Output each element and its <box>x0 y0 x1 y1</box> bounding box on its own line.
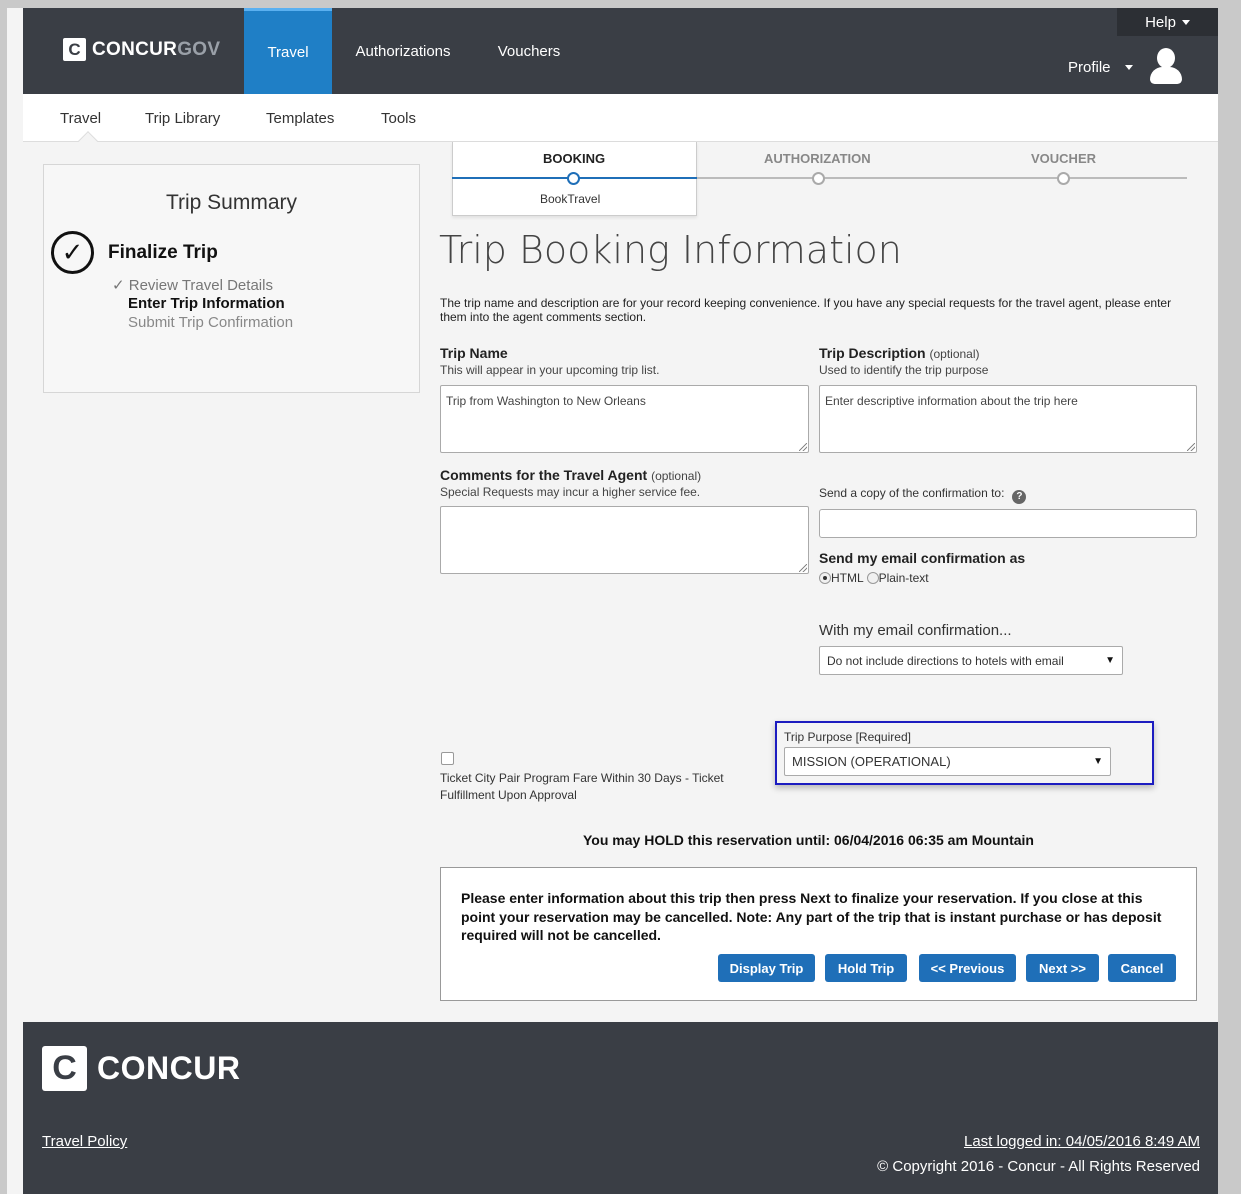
hotel-directions-select[interactable]: Do not include directions to hotels with… <box>819 646 1123 675</box>
copy-confirmation-text: Send a copy of the confirmation to: <box>819 486 1005 500</box>
trip-purpose-label: Trip Purpose [Required] <box>784 730 911 744</box>
tracker-authorization-label: AUTHORIZATION <box>764 151 871 166</box>
radio-plain-text-label: Plain-text <box>878 571 929 585</box>
help-menu[interactable]: Help <box>1117 8 1218 36</box>
ticket-fare-checkbox[interactable] <box>441 752 454 765</box>
tracker-node-authorization <box>812 172 825 185</box>
dropdown-arrow-icon: ▼ <box>1093 756 1103 767</box>
trip-summary-title: Trip Summary <box>165 191 298 214</box>
concurgov-logo[interactable]: C CONCURGOV <box>63 38 220 61</box>
tracker-voucher-label: VOUCHER <box>1031 151 1097 166</box>
nav-authorizations[interactable]: Authorizations <box>345 8 461 94</box>
with-email-label: With my email confirmation... <box>819 622 1012 639</box>
step-submit-trip-confirmation: Submit Trip Confirmation <box>128 314 294 331</box>
subnav-trip-library[interactable]: Trip Library <box>145 110 220 127</box>
intro-text: The trip name and description are for yo… <box>440 296 1172 324</box>
nav-travel[interactable]: Travel <box>244 8 332 94</box>
page-footer: C CONCUR Travel Policy Last logged in: 0… <box>23 1022 1218 1194</box>
trip-purpose-select[interactable]: MISSION (OPERATIONAL) ▼ <box>784 747 1111 776</box>
page-title: Trip Booking Information <box>439 228 902 272</box>
tracker-line-pending <box>697 177 1187 179</box>
optional-tag: (optional) <box>651 469 702 483</box>
comments-label-text: Comments for the Travel Agent <box>440 467 648 483</box>
question-circle-icon[interactable]: ? <box>1012 490 1027 504</box>
help-label: Help <box>1145 13 1176 31</box>
chevron-down-icon <box>1181 19 1190 25</box>
copy-confirmation-label: Send a copy of the confirmation to:? <box>819 486 1027 504</box>
checkmark-circle-icon: ✓ <box>51 231 94 274</box>
confirmation-email-input[interactable] <box>819 509 1197 538</box>
tracker-node-voucher <box>1057 172 1070 185</box>
cancel-button[interactable]: Cancel <box>1108 954 1176 982</box>
logo-mark: C <box>63 38 86 61</box>
radio-plain-text[interactable] <box>866 572 879 584</box>
trip-description-field[interactable]: Enter descriptive information about the … <box>819 385 1197 453</box>
footer-logo-mark: C <box>42 1046 87 1091</box>
radio-html-label: HTML <box>831 571 864 585</box>
tracker-node-booking <box>567 172 580 185</box>
trip-name-label: Trip Name <box>440 345 508 361</box>
trip-purpose-highlight: Trip Purpose [Required] MISSION (OPERATI… <box>775 721 1154 785</box>
hold-trip-button[interactable]: Hold Trip <box>825 954 907 982</box>
previous-button[interactable]: << Previous <box>919 954 1016 982</box>
trip-description-label-text: Trip Description <box>819 345 926 361</box>
finalize-notice-box: Please enter information about this trip… <box>440 867 1197 1001</box>
logo-main-text: CONCUR <box>92 38 178 60</box>
agent-comments-field[interactable] <box>440 506 809 574</box>
tracker-sub-label: BookTravel <box>540 192 601 206</box>
logo-suffix-text: GOV <box>177 38 221 60</box>
email-format-options: HTML Plain-text <box>819 571 929 585</box>
user-avatar-icon[interactable] <box>1149 48 1183 86</box>
profile-menu[interactable]: Profile <box>1068 48 1183 86</box>
dropdown-arrow-icon: ▼ <box>1105 655 1115 666</box>
current-step-title: Finalize Trip <box>108 242 218 263</box>
optional-tag: (optional) <box>929 347 980 361</box>
subnav-templates[interactable]: Templates <box>266 110 334 127</box>
trip-name-hint: This will appear in your upcoming trip l… <box>440 363 660 377</box>
trip-summary-panel: Trip Summary ✓ Finalize Trip ✓ Review Tr… <box>43 164 420 393</box>
last-logged-in-link[interactable]: Last logged in: 04/05/2016 8:49 AM <box>964 1133 1200 1150</box>
trip-description-hint: Used to identify the trip purpose <box>819 363 989 377</box>
subnav-travel[interactable]: Travel <box>60 110 101 127</box>
comments-label: Comments for the Travel Agent (optional) <box>440 467 701 483</box>
radio-html[interactable] <box>819 572 831 584</box>
copyright-text: © Copyright 2016 - Concur - All Rights R… <box>877 1158 1200 1175</box>
top-header: C CONCURGOV Travel Authorizations Vouche… <box>23 8 1218 94</box>
concur-footer-logo: C CONCUR <box>42 1046 240 1091</box>
finalize-notice-text: Please enter information about this trip… <box>461 890 1162 943</box>
travel-policy-link[interactable]: Travel Policy <box>42 1133 127 1150</box>
active-tab-pointer <box>78 131 98 151</box>
next-button[interactable]: Next >> <box>1026 954 1099 982</box>
tracker-booking-label: BOOKING <box>543 151 606 166</box>
trip-name-field[interactable]: Trip from Washington to New Orleans <box>440 385 809 453</box>
ticket-fare-label: Ticket City Pair Program Fare Within 30 … <box>440 771 724 802</box>
email-format-label: Send my email confirmation as <box>819 550 1026 566</box>
footer-logo-text: CONCUR <box>97 1050 241 1086</box>
trip-description-label: Trip Description (optional) <box>819 345 980 361</box>
step-review-travel-details: ✓ Review Travel Details <box>112 277 273 294</box>
hotel-directions-value: Do not include directions to hotels with… <box>827 653 1064 668</box>
trip-purpose-value: MISSION (OPERATIONAL) <box>792 754 951 769</box>
hold-reservation-text: You may HOLD this reservation until: 06/… <box>583 832 1034 848</box>
profile-label: Profile <box>1068 58 1111 76</box>
step-enter-trip-information: Enter Trip Information <box>128 295 285 312</box>
sub-navigation: Travel Trip Library Templates Tools <box>23 94 1218 151</box>
subnav-tools[interactable]: Tools <box>381 110 416 127</box>
chevron-down-icon <box>1124 64 1133 70</box>
app-window: C CONCURGOV Travel Authorizations Vouche… <box>7 8 1218 1194</box>
nav-vouchers[interactable]: Vouchers <box>489 8 569 94</box>
display-trip-button[interactable]: Display Trip <box>718 954 815 982</box>
comments-hint: Special Requests may incur a higher serv… <box>440 485 701 499</box>
